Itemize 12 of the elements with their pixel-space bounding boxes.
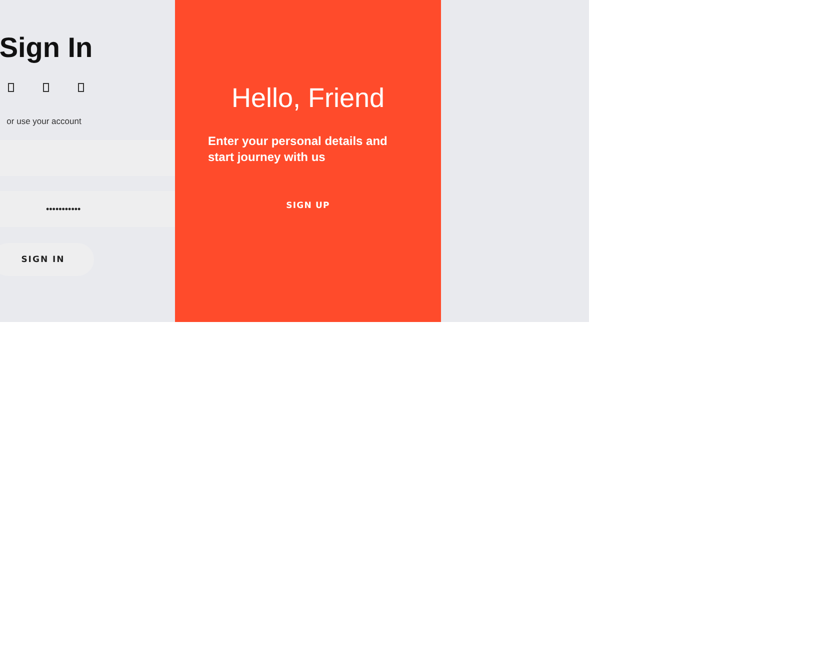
- overlay-title: Hello, Friend: [231, 82, 385, 114]
- social-link[interactable]: [78, 83, 84, 92]
- overlay-text: Enter your personal details and start journey with us: [208, 133, 388, 165]
- placeholder-glyph-icon: [43, 83, 49, 92]
- social-link[interactable]: [43, 83, 49, 92]
- hint-text: or use your account: [6, 116, 82, 126]
- placeholder-glyph-icon: [8, 83, 14, 92]
- password-field[interactable]: •••••••••••: [0, 191, 175, 227]
- sign-in-title: Sign In: [0, 31, 93, 65]
- social-link[interactable]: [8, 83, 14, 92]
- sign-in-button[interactable]: SIGN IN: [0, 243, 94, 276]
- placeholder-glyph-icon: [78, 83, 84, 92]
